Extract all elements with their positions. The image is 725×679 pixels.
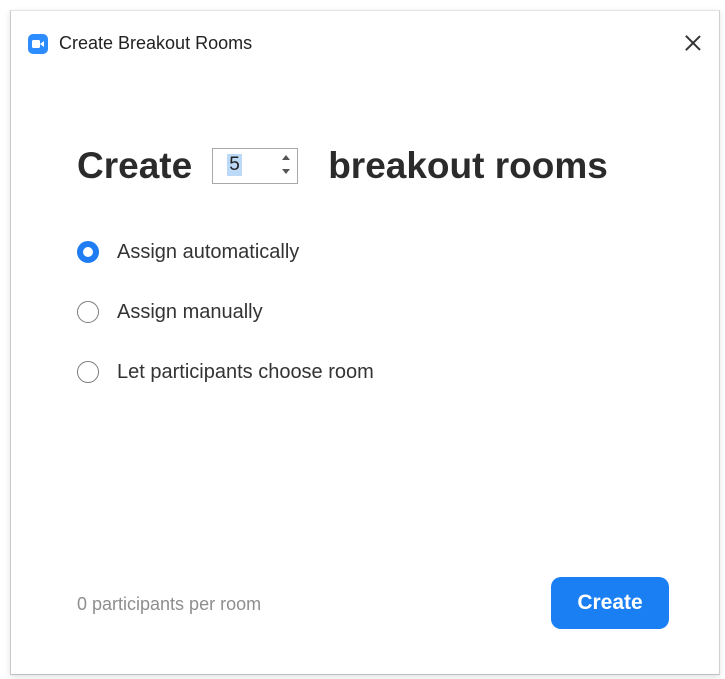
create-prefix-text: Create [77,145,193,186]
option-assign-manually[interactable]: Assign manually [77,297,374,327]
title-bar: Create Breakout Rooms [11,11,719,73]
decrement-arrow-icon[interactable] [282,169,291,174]
stepper-arrows [279,151,293,181]
option-label: Let participants choose room [117,360,374,383]
create-suffix-text: breakout rooms [328,145,608,186]
create-button[interactable]: Create [551,577,669,629]
option-label: Assign manually [117,300,263,323]
breakout-rooms-dialog: Create Breakout Rooms Create 5 breakout … [10,10,720,675]
participants-per-room-text: 0 participants per room [77,594,262,614]
option-label: Assign automatically [117,240,300,263]
room-count-stepper[interactable]: 5 [212,148,299,184]
window-title: Create Breakout Rooms [59,33,253,53]
option-assign-automatically[interactable]: Assign automatically [77,237,374,267]
close-icon[interactable] [681,31,705,55]
radio-unchecked-icon[interactable] [77,301,99,323]
room-count-row: Create 5 breakout rooms [77,141,608,191]
room-count-value[interactable]: 5 [227,154,242,176]
radio-unchecked-icon[interactable] [77,361,99,383]
option-let-participants-choose[interactable]: Let participants choose room [77,357,374,387]
radio-checked-icon[interactable] [77,241,99,263]
increment-arrow-icon[interactable] [282,155,291,160]
assignment-options: Assign automatically Assign manually Let… [77,237,374,417]
zoom-camera-icon [28,34,48,54]
